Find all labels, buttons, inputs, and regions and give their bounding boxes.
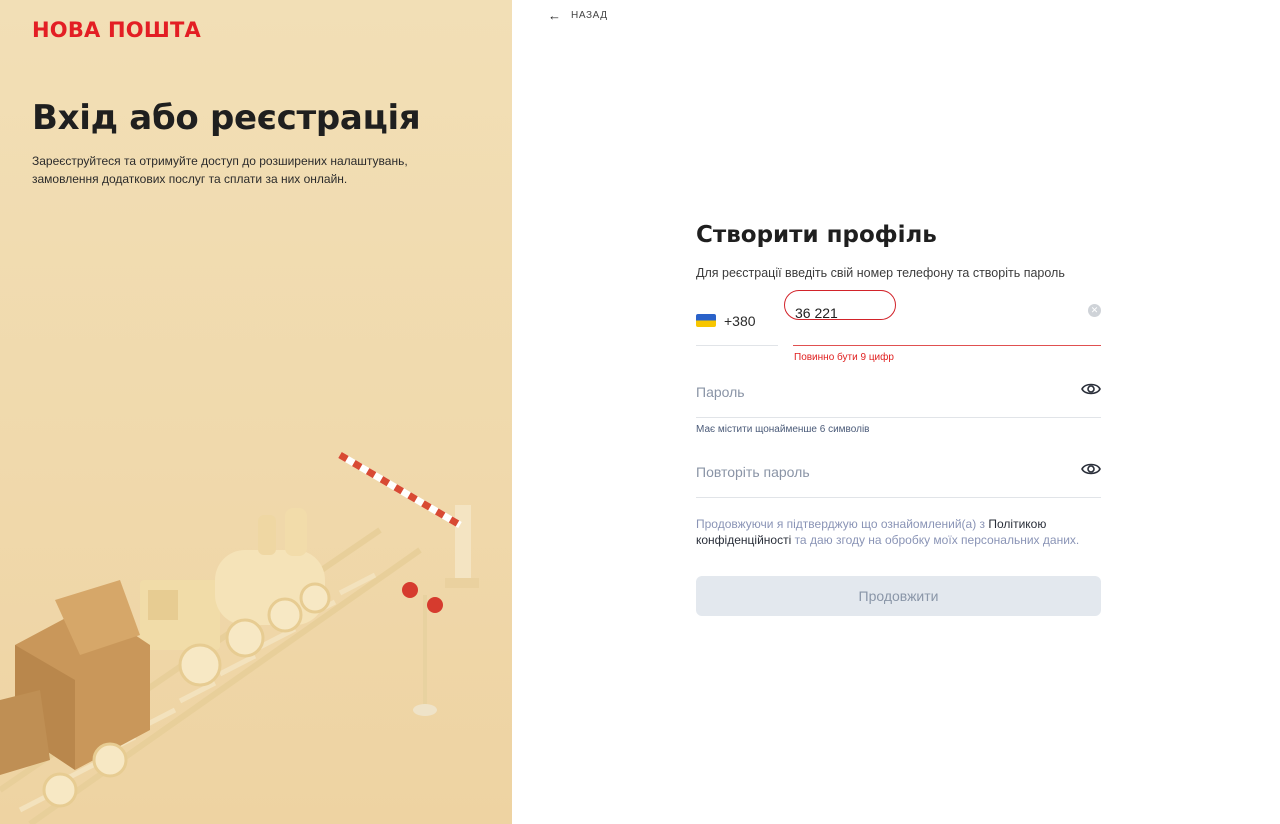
- phone-field: ✕: [784, 290, 1101, 346]
- password-field: [696, 375, 1101, 418]
- form-panel: ← НАЗАД Створити профіль Для реєстрації …: [512, 0, 1280, 824]
- railway-signal: [402, 582, 443, 716]
- arrow-left-icon: ←: [548, 8, 561, 23]
- barrier-arm: [338, 451, 462, 529]
- phone-input[interactable]: [793, 296, 993, 330]
- eye-icon[interactable]: [1081, 461, 1101, 477]
- back-link[interactable]: ← НАЗАД: [548, 8, 608, 23]
- logo[interactable]: НОВА ПОШТА: [32, 18, 201, 42]
- back-label: НАЗАД: [571, 10, 608, 21]
- password-input[interactable]: [696, 377, 1056, 407]
- crossing-barrier: [338, 451, 479, 588]
- promo-panel: НОВА ПОШТА Вхід або реєстрація Зареєстру…: [0, 0, 512, 824]
- password-hint: Має містити щонайменше 6 символів: [696, 424, 870, 435]
- consent-text-after: та даю згоду на обробку моїх персональни…: [791, 533, 1080, 547]
- form-description: Для реєстрації введіть свій номер телефо…: [696, 266, 1065, 280]
- repeat-password-input[interactable]: [696, 457, 1056, 487]
- eye-icon[interactable]: [1081, 381, 1101, 397]
- phone-row: +380 ✕: [696, 290, 1101, 346]
- form-title: Створити профіль: [696, 222, 937, 248]
- hero-title: Вхід або реєстрація: [32, 98, 421, 138]
- locomotive: [140, 508, 331, 687]
- toy-train-illustration: [0, 451, 479, 824]
- phone-error: Повинно бути 9 цифр: [794, 352, 894, 363]
- country-code: +380: [724, 312, 756, 329]
- repeat-password-field: [696, 455, 1101, 498]
- ua-flag-icon: [696, 314, 716, 327]
- consent-text: Продовжуючи я підтверджую що ознайомлени…: [696, 516, 1101, 548]
- signup-form: Створити профіль Для реєстрації введіть …: [696, 222, 1101, 616]
- clear-icon[interactable]: ✕: [1088, 304, 1101, 317]
- consent-text-before: Продовжуючи я підтверджую що ознайомлени…: [696, 517, 989, 531]
- continue-button[interactable]: Продовжити: [696, 576, 1101, 616]
- page: НОВА ПОШТА Вхід або реєстрація Зареєстру…: [0, 0, 1280, 824]
- hero-subtitle: Зареєструйтеся та отримуйте доступ до ро…: [32, 154, 408, 186]
- country-code-selector[interactable]: +380: [696, 302, 778, 346]
